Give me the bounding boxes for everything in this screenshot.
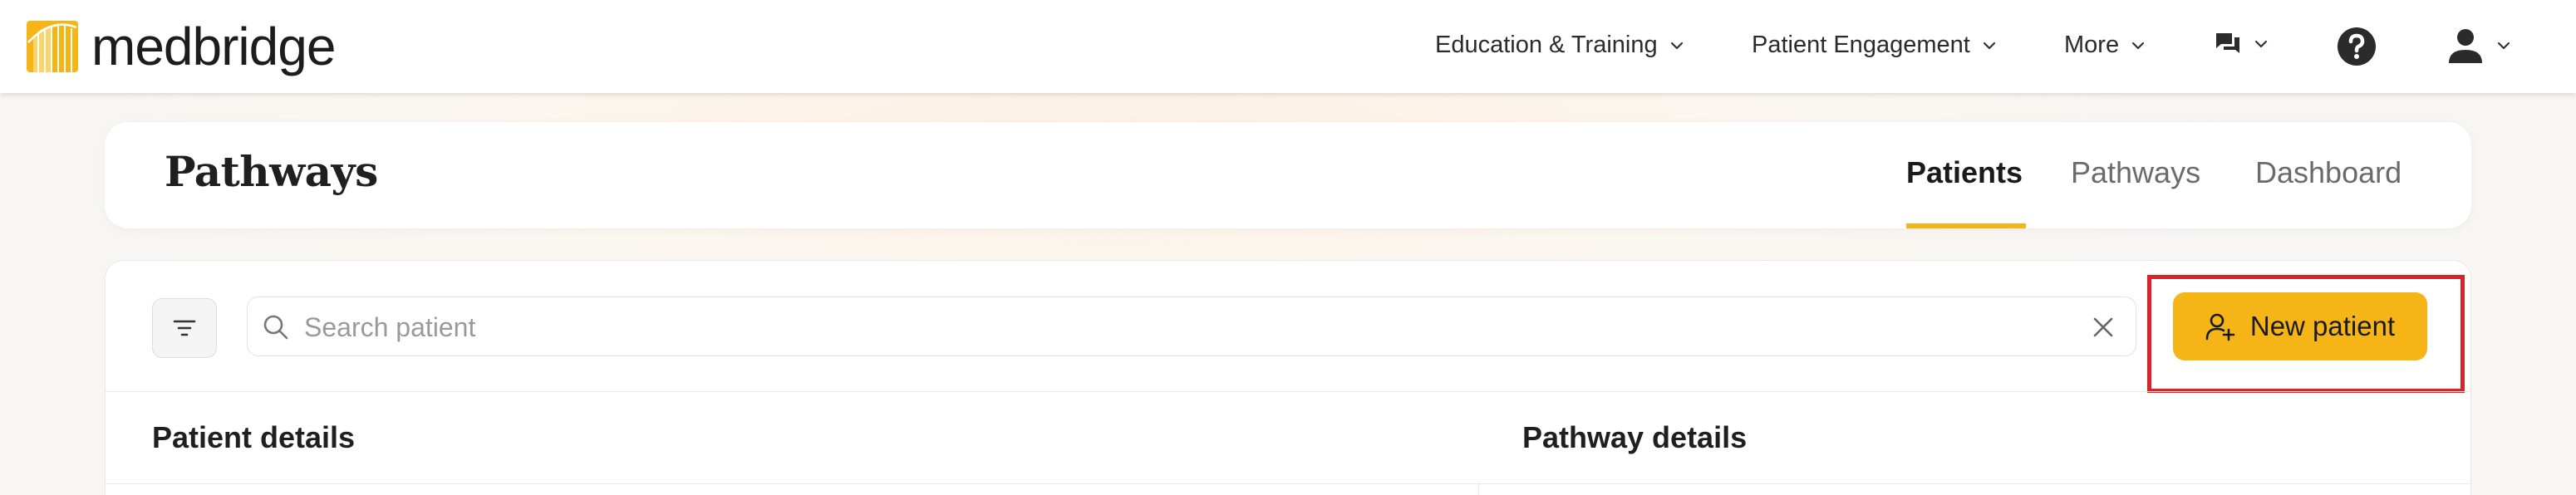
nav-item-label: More	[2064, 32, 2120, 58]
column-header-pathway-details: Pathway details	[1522, 420, 1748, 454]
brand-name: medbridge	[91, 17, 336, 76]
search-input[interactable]	[304, 304, 2066, 350]
chevron-down-icon	[1670, 42, 1683, 49]
patients-panel: New patient Patient details Pathway deta…	[105, 260, 2471, 495]
column-divider	[1478, 483, 1479, 495]
user-menu[interactable]	[2446, 27, 2513, 65]
page-title: Pathways	[165, 147, 378, 196]
medbridge-logo-icon	[27, 21, 78, 72]
new-patient-button[interactable]: New patient	[2173, 292, 2427, 360]
column-header-patient-details: Patient details	[152, 420, 356, 454]
chevron-down-icon	[2497, 42, 2510, 50]
search-icon	[263, 315, 288, 340]
nav-messages[interactable]	[2214, 30, 2270, 58]
tab-pathways[interactable]: Pathways	[2071, 155, 2200, 190]
chevron-down-icon	[2131, 42, 2145, 49]
active-tab-indicator	[1906, 223, 2026, 228]
nav-more[interactable]: More	[2064, 32, 2147, 59]
chevron-down-icon	[1983, 42, 1995, 49]
search-box	[247, 297, 2136, 356]
chevron-down-icon	[2254, 40, 2268, 48]
nav-patient-engagement[interactable]: Patient Engagement	[1752, 32, 1998, 59]
page-header: Pathways Patients Pathways Dashboard	[105, 122, 2471, 228]
divider	[106, 483, 2470, 484]
help-button[interactable]	[2337, 27, 2377, 66]
nav-education-training[interactable]: Education & Training	[1435, 32, 1686, 59]
add-user-icon	[2205, 313, 2235, 341]
tab-dashboard[interactable]: Dashboard	[2255, 155, 2401, 190]
new-patient-label: New patient	[2249, 311, 2396, 341]
nav-item-label: Education & Training	[1435, 32, 1658, 58]
help-icon	[2338, 27, 2376, 66]
nav-item-label: Patient Engagement	[1752, 32, 1970, 58]
brand[interactable]: medbridge	[27, 17, 336, 76]
filter-icon	[173, 320, 196, 336]
top-navigation-bar: medbridge Education & Training Patient E…	[0, 0, 2576, 93]
user-icon	[2449, 29, 2482, 63]
filter-button[interactable]	[152, 298, 217, 358]
close-icon[interactable]	[2091, 315, 2116, 340]
divider	[106, 391, 2470, 392]
chat-icon	[2216, 33, 2239, 53]
tab-patients[interactable]: Patients	[1906, 155, 2023, 190]
